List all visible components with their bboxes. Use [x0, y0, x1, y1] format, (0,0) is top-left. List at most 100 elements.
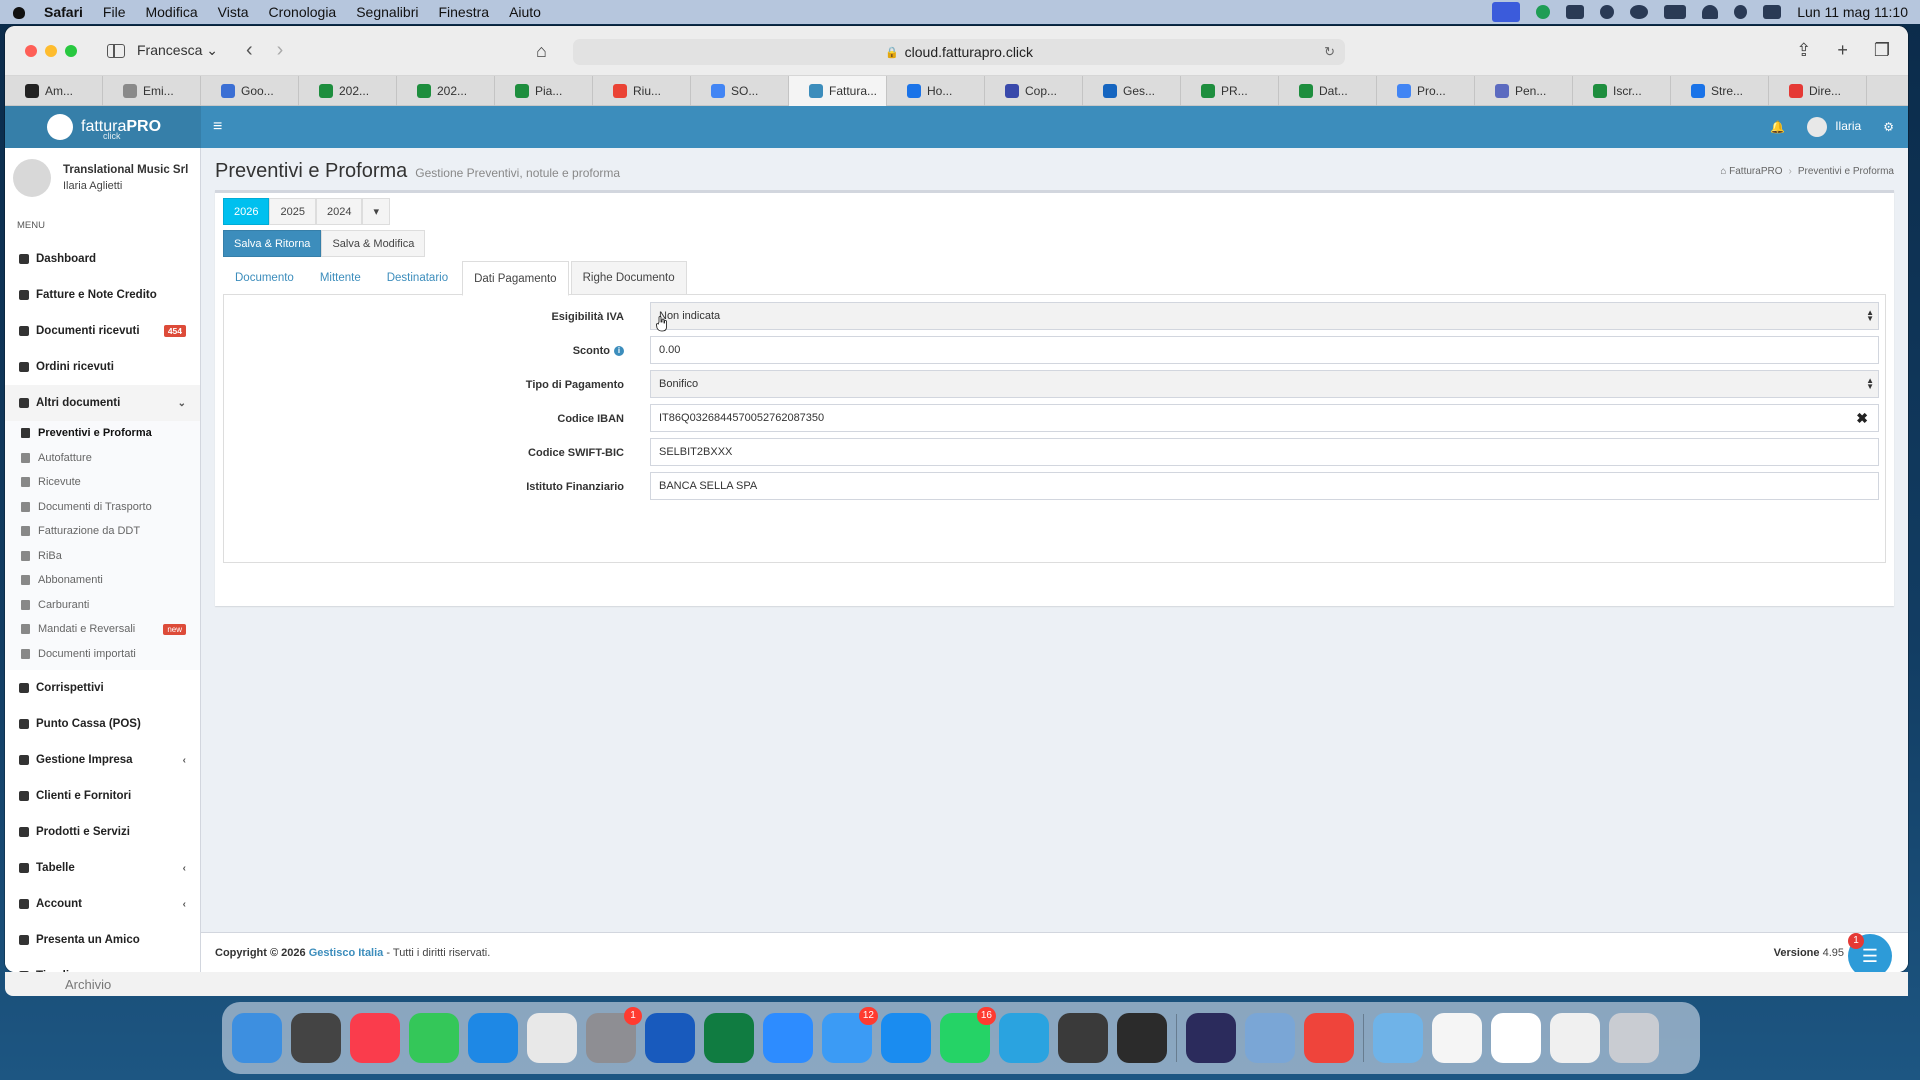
bell-icon[interactable]: 🔔 [1770, 120, 1785, 134]
sidebar-item-documenti-ricevuti[interactable]: Documenti ricevuti 454 [5, 313, 200, 349]
settings-gear-icon[interactable]: ⚙ [1883, 120, 1894, 134]
istituto-input[interactable]: BANCA SELLA SPA [650, 472, 1879, 500]
fullscreen-window-button[interactable] [65, 44, 77, 57]
browser-tab[interactable]: 202... [397, 76, 495, 106]
hamburger-menu-icon[interactable]: ≡ [213, 118, 222, 136]
info-icon[interactable]: i [614, 346, 624, 357]
settings-icon[interactable]: 1 [586, 1007, 642, 1063]
zoom-icon[interactable] [763, 1013, 813, 1063]
year-2025-button[interactable]: 2025 [269, 198, 316, 225]
sconto-input[interactable]: 0.00 [650, 336, 1879, 364]
tab-destinatario[interactable]: Destinatario [375, 261, 460, 295]
submenu-item-carburanti[interactable]: Carburanti [5, 593, 200, 618]
gestisco-link[interactable]: Gestisco Italia [309, 947, 384, 959]
menu-segnalibri[interactable]: Segnalibri [356, 4, 418, 20]
reload-icon[interactable]: ↻ [1324, 44, 1335, 60]
preview-icon[interactable] [1245, 1013, 1295, 1063]
back-arrow-icon[interactable]: ‹ [246, 39, 253, 62]
browser-tab[interactable]: Dire... [1769, 76, 1867, 106]
excel-icon[interactable] [704, 1013, 754, 1063]
browser-tab[interactable]: Riu... [593, 76, 691, 106]
sidebar-item-tabelle[interactable]: Tabelle ‹ [5, 850, 200, 886]
app-store-icon[interactable] [881, 1013, 931, 1063]
word-icon[interactable] [645, 1013, 695, 1063]
submenu-item-autofatture[interactable]: Autofatture [5, 446, 200, 471]
archivio-label[interactable]: Archivio [65, 977, 111, 992]
esigibilita-select[interactable]: Non indicata ▲ ▼ [650, 302, 1879, 330]
year-2026-button[interactable]: 2026 [223, 198, 270, 225]
control-center-icon[interactable] [1763, 5, 1782, 19]
messages-status-icon[interactable] [1566, 5, 1585, 19]
search-icon[interactable] [1734, 5, 1748, 19]
submenu-item-documenti-di-trasporto[interactable]: Documenti di Trasporto [5, 495, 200, 520]
window-3-icon[interactable] [1550, 1013, 1600, 1063]
photo-booth-icon[interactable] [1117, 1013, 1167, 1063]
submenu-item-ricevute[interactable]: Ricevute [5, 470, 200, 495]
browser-tab[interactable]: Fattura... [789, 76, 887, 106]
browser-tab[interactable]: Cop... [985, 76, 1083, 106]
clear-iban-icon[interactable]: ✖ [1856, 410, 1868, 427]
save-return-button[interactable]: Salva & Ritorna [223, 230, 322, 257]
trash-icon[interactable] [1609, 1013, 1659, 1063]
tipo-pagamento-select[interactable]: Bonifico ▲ ▼ [650, 370, 1879, 398]
window-1-icon[interactable] [1432, 1013, 1482, 1063]
anydesk-icon[interactable] [1304, 1013, 1354, 1063]
tab-dati-pagamento[interactable]: Dati Pagamento [462, 261, 569, 296]
submenu-item-riba[interactable]: RiBa [5, 544, 200, 569]
breadcrumb-home[interactable]: FatturaPRO [1729, 166, 1782, 177]
address-bar[interactable]: 🔒 cloud.fatturapro.click ↻ [573, 39, 1345, 65]
browser-tab[interactable]: Emi... [103, 76, 201, 106]
printer-icon[interactable] [1058, 1013, 1108, 1063]
submenu-item-preventivi-e-proforma[interactable]: Preventivi e Proforma [5, 421, 200, 446]
tab-overview-icon[interactable]: ❐ [1874, 40, 1890, 61]
battery-icon[interactable] [1664, 5, 1687, 19]
telegram-icon[interactable] [999, 1013, 1049, 1063]
browser-tab[interactable]: PR... [1181, 76, 1279, 106]
sidebar-item-altri-documenti[interactable]: Altri documenti ⌄ [5, 385, 200, 421]
sidebar-toggle-icon[interactable] [107, 43, 125, 58]
grammarly-status-icon[interactable] [1536, 5, 1551, 19]
menu-cronologia[interactable]: Cronologia [269, 4, 337, 20]
browser-tab[interactable]: Ho... [887, 76, 985, 106]
browser-tab[interactable]: Stre... [1671, 76, 1769, 106]
profile-selector[interactable]: Francesca ⌄ [137, 42, 218, 59]
mail-icon[interactable]: 12 [822, 1007, 878, 1063]
browser-tab[interactable]: Iscr... [1573, 76, 1671, 106]
fatturapro-logo[interactable]: fattura PRO click [5, 106, 201, 148]
sidebar-item-timeline[interactable]: Timeline [5, 958, 200, 972]
year-dropdown-caret-icon[interactable]: ▾ [362, 198, 390, 225]
browser-tab[interactable]: Pen... [1475, 76, 1573, 106]
grammarly-icon[interactable] [1186, 1013, 1236, 1063]
apple-logo-icon[interactable] [12, 4, 26, 20]
menu-vista[interactable]: Vista [218, 4, 249, 20]
menu-file[interactable]: File [103, 4, 126, 20]
messages-icon[interactable] [409, 1013, 459, 1063]
iban-input[interactable]: IT86Q0326844570052762087350 ✖ [650, 404, 1879, 432]
sidebar-item-clienti-e-fornitori[interactable]: Clienti e Fornitori [5, 778, 200, 814]
keychain-icon[interactable] [291, 1013, 341, 1063]
minimize-window-button[interactable] [45, 44, 57, 57]
submenu-item-abbonamenti[interactable]: Abbonamenti [5, 568, 200, 593]
user-menu[interactable]: Ilaria [1807, 117, 1861, 137]
gpu-status-icon[interactable] [1630, 5, 1649, 19]
music-icon[interactable] [350, 1013, 400, 1063]
wifi-icon[interactable] [1702, 5, 1719, 19]
swift-input[interactable]: SELBIT2BXXX [650, 438, 1879, 466]
share-icon[interactable]: ⇪ [1796, 40, 1811, 61]
finder-icon[interactable] [232, 1013, 282, 1063]
sidebar-item-presenta-un-amico[interactable]: Presenta un Amico [5, 922, 200, 958]
tab-righe-documento[interactable]: Righe Documento [570, 261, 687, 295]
menu-modifica[interactable]: Modifica [145, 4, 197, 20]
menu-bar-clock[interactable]: Lun 11 mag 11:10 [1797, 4, 1908, 20]
submenu-item-fatturazione-da-ddt[interactable]: Fatturazione da DDT [5, 519, 200, 544]
browser-tab[interactable]: Dat... [1279, 76, 1377, 106]
browser-tab[interactable]: Ges... [1083, 76, 1181, 106]
browser-tab[interactable]: SO... [691, 76, 789, 106]
safari-icon[interactable] [468, 1013, 518, 1063]
whatsapp-icon[interactable]: 16 [940, 1007, 996, 1063]
browser-tab[interactable]: Pia... [495, 76, 593, 106]
sidebar-item-gestione-impresa[interactable]: Gestione Impresa ‹ [5, 742, 200, 778]
screen-mirroring-icon[interactable] [1492, 2, 1521, 22]
sidebar-item-dashboard[interactable]: Dashboard [5, 241, 200, 277]
sidebar-item-punto-cassa-pos[interactable]: Punto Cassa (POS) [5, 706, 200, 742]
